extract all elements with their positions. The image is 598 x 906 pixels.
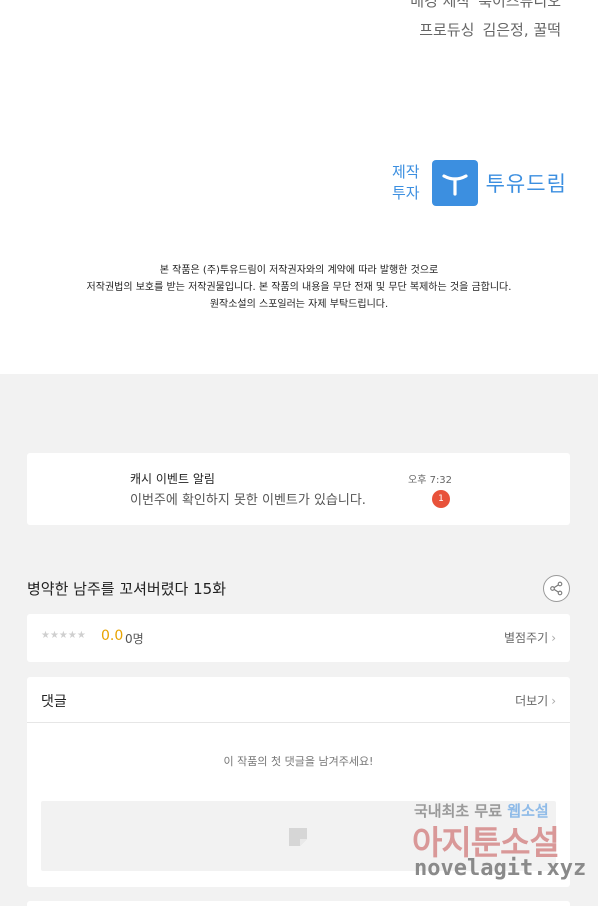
credit-role: 프로듀싱 bbox=[419, 21, 475, 39]
comment-placeholder-icon bbox=[289, 828, 307, 846]
rating-card: ★★★★★ 0.0 0명 별점주기 › bbox=[27, 614, 570, 662]
unread-badge: 1 bbox=[432, 490, 450, 508]
rating-count: 0명 bbox=[125, 632, 144, 646]
chevron-right-icon: › bbox=[551, 631, 556, 645]
watermark-url: novelagit.xyz bbox=[414, 856, 587, 881]
publisher-name: 투유드림 bbox=[485, 172, 567, 196]
logo-role-line: 투자 bbox=[392, 184, 420, 202]
comments-empty-message: 이 작품의 첫 댓글을 남겨주세요! bbox=[223, 755, 374, 768]
alarm-title: 캐시 이벤트 알림 bbox=[130, 472, 215, 486]
logo-role-label: 제작 투자 bbox=[392, 162, 420, 204]
more-label: 더보기 bbox=[515, 694, 549, 708]
share-button[interactable] bbox=[543, 575, 570, 602]
comments-title: 댓글 bbox=[41, 694, 67, 710]
credit-role: 배경 제작 bbox=[410, 0, 471, 10]
credit-background: 배경 제작 룩이즈튜디오 bbox=[410, 0, 561, 11]
publisher-logo: 제작 투자 투유드림 bbox=[392, 160, 567, 206]
next-card bbox=[27, 901, 570, 906]
copyright-notice: 본 작품은 (주)투유드림이 저작권자와의 계약에 따라 발행한 것으로 저작권… bbox=[0, 262, 598, 313]
publisher-logo-icon bbox=[431, 160, 478, 206]
rating-score: 0.0 bbox=[101, 628, 124, 644]
credit-producing: 프로듀싱 김은정, 꿀떡 bbox=[419, 19, 561, 40]
episode-title: 병약한 남주를 꼬셔버렸다 15화 bbox=[27, 580, 226, 598]
share-icon bbox=[550, 581, 563, 596]
credit-value: 룩이즈튜디오 bbox=[478, 0, 561, 10]
notice-line: 저작권법의 보호를 받는 저작권물입니다. 본 작품의 내용을 무단 전재 및 … bbox=[86, 282, 512, 293]
rate-button[interactable]: 별점주기 › bbox=[504, 629, 556, 646]
rate-button-label: 별점주기 bbox=[504, 631, 549, 645]
alarm-message: 이번주에 확인하지 못한 이벤트가 있습니다. bbox=[130, 493, 366, 508]
notice-line: 본 작품은 (주)투유드림이 저작권자와의 계약에 따라 발행한 것으로 bbox=[159, 265, 439, 276]
alarm-time: 오후 7:32 bbox=[408, 475, 453, 486]
site-watermark: 국내최초 무료 웹소설 아지툰소설 novelagit.xyz bbox=[412, 800, 586, 890]
event-alarm-card[interactable]: 캐시 이벤트 알림 이번주에 확인하지 못한 이벤트가 있습니다. 오후 7:3… bbox=[27, 453, 570, 525]
chevron-right-icon: › bbox=[551, 694, 556, 708]
logo-role-line: 제작 bbox=[392, 163, 420, 181]
notice-line: 원작소설의 스포일러는 자제 부탁드립니다. bbox=[209, 299, 389, 310]
credit-value: 김은정, 꿀떡 bbox=[482, 21, 561, 39]
star-rating-icon: ★★★★★ bbox=[41, 630, 86, 641]
comments-header: 댓글 더보기 › bbox=[27, 677, 570, 723]
comments-more-button[interactable]: 더보기 › bbox=[515, 692, 556, 709]
